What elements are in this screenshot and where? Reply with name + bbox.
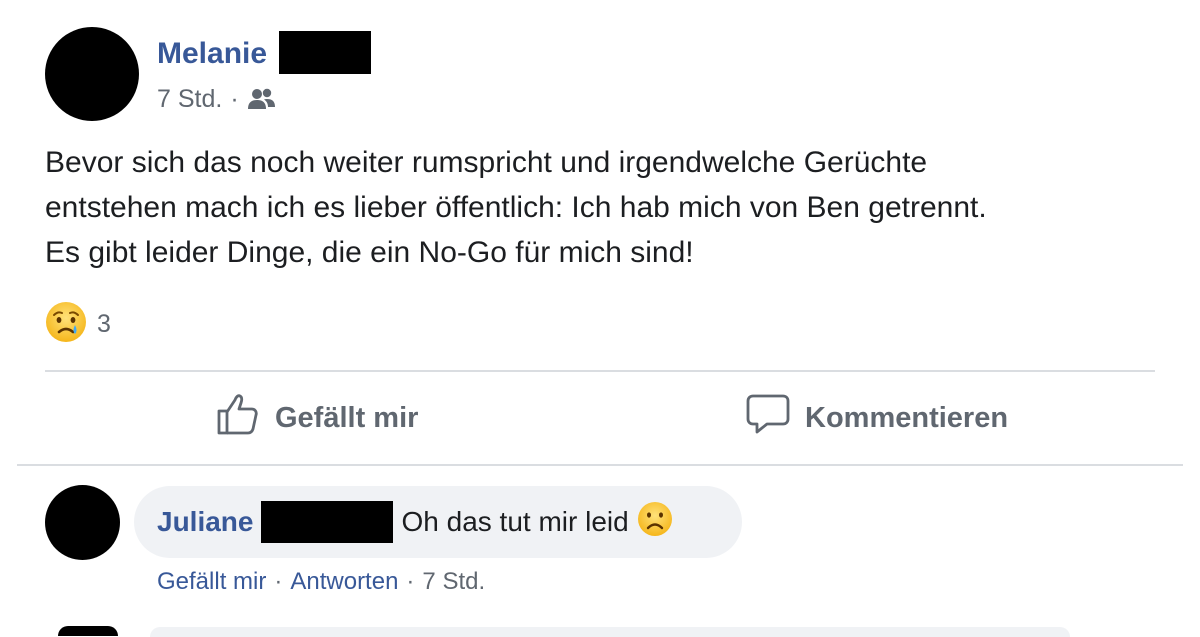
sad-crying-emoji-icon (45, 301, 87, 348)
like-button-label: Gefällt mir (275, 401, 419, 434)
comment-author-avatar[interactable] (45, 485, 120, 560)
comment-action-separator: · (274, 568, 283, 595)
comment-button-label: Kommentieren (805, 401, 1009, 434)
post-author-name[interactable]: Melanie (157, 34, 267, 74)
thumbs-up-icon (215, 391, 261, 445)
post-text-line: entstehen mach ich es lieber öffentlich:… (45, 191, 987, 224)
comment-reply-link[interactable]: Antworten (290, 568, 398, 596)
post-meta: 7 Std. · (157, 82, 277, 116)
post-author-row: Melanie (157, 30, 372, 74)
post-text-line: Es gibt leider Dinge, die ein No-Go für … (45, 236, 694, 269)
comment-timestamp[interactable]: 7 Std. (422, 568, 485, 596)
like-button[interactable]: Gefällt mir (215, 392, 418, 444)
next-comment-avatar[interactable] (58, 626, 118, 636)
divider (17, 464, 1183, 466)
post-author-avatar[interactable] (45, 27, 139, 121)
comment-bubble: Juliane Oh das tut mir leid (134, 486, 742, 558)
comment-bubble-icon (745, 391, 791, 445)
comment-like-link[interactable]: Gefällt mir (157, 568, 266, 596)
post-text-line: Bevor sich das noch weiter rumspricht un… (45, 146, 928, 179)
reaction-summary[interactable]: 3 (45, 301, 111, 344)
comment-text: Oh das tut mir leid (401, 506, 629, 537)
reaction-count: 3 (97, 309, 111, 338)
comment-action-separator: · (406, 568, 415, 595)
comment-actions: Gefällt mir · Antworten · 7 Std. (157, 565, 485, 599)
post-text: Bevor sich das noch weiter rumspricht un… (45, 140, 1175, 275)
sad-frowning-emoji-icon (637, 501, 673, 544)
post-timestamp[interactable]: 7 Std. (157, 85, 222, 114)
meta-separator: · (230, 84, 239, 113)
friends-icon[interactable] (247, 87, 277, 111)
redacted-surname (261, 501, 394, 543)
next-comment-bubble (150, 627, 1070, 637)
divider (45, 370, 1155, 372)
comment-author-name[interactable]: Juliane (157, 506, 253, 538)
redacted-surname (279, 30, 372, 74)
comment-button[interactable]: Kommentieren (745, 392, 1008, 444)
